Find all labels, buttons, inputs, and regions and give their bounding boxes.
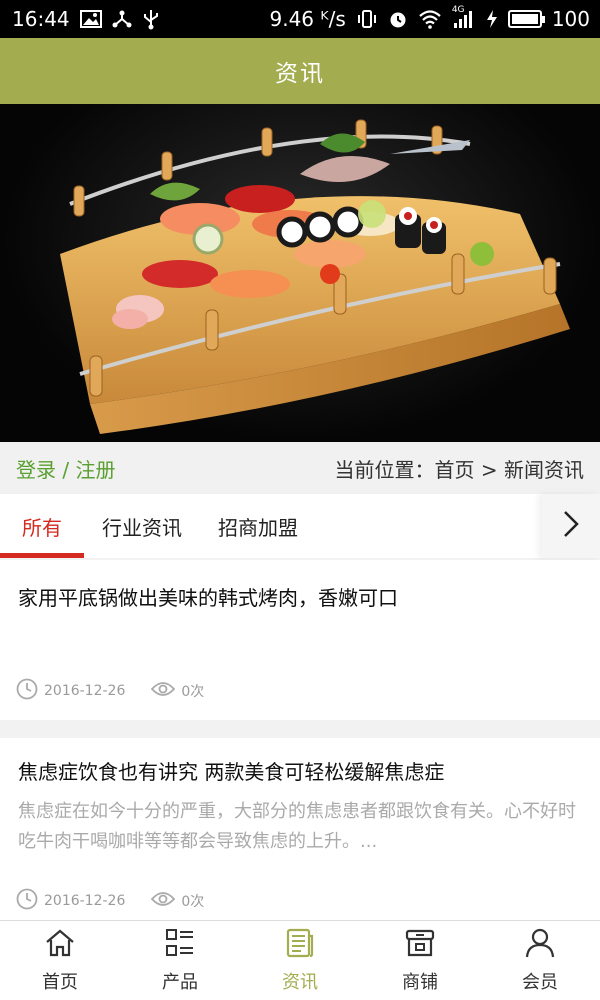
eye-icon bbox=[151, 681, 176, 701]
usb-icon bbox=[142, 8, 160, 30]
article-meta: 2016-12-26 0次 bbox=[16, 678, 204, 704]
login-link[interactable]: 登录 bbox=[16, 458, 56, 482]
clock-icon bbox=[16, 678, 38, 704]
article-title[interactable]: 家用平底锅做出美味的韩式烤肉，香嫩可口 bbox=[18, 560, 418, 613]
breadcrumb-home[interactable]: 首页 bbox=[435, 458, 475, 482]
nav-news[interactable]: 资讯 bbox=[240, 921, 360, 1000]
tab-all[interactable]: 所有 bbox=[0, 494, 84, 558]
alarm-icon bbox=[388, 9, 408, 29]
status-bar: 16:44 9.46 ᴷ/s 4G 100 bbox=[0, 0, 600, 38]
page-header: 资讯 bbox=[0, 38, 600, 104]
breadcrumb-label: 当前位置： bbox=[334, 457, 435, 482]
chevron-right-icon bbox=[562, 509, 580, 543]
wifi-icon bbox=[418, 9, 442, 29]
nav-label: 首页 bbox=[42, 972, 78, 993]
network-type: 4G bbox=[451, 5, 465, 15]
vibrate-icon bbox=[356, 9, 378, 29]
register-link[interactable]: 注册 bbox=[75, 458, 115, 482]
breadcrumb-current: 新闻资讯 bbox=[504, 457, 584, 482]
news-icon bbox=[284, 927, 316, 964]
nav-member[interactable]: 会员 bbox=[480, 921, 600, 1000]
auth-links: 登录 / 注册 bbox=[16, 454, 115, 483]
article-summary: 焦虑症在如今十分的严重，大部分的焦虑患者都跟饮食有关。心不好时吃牛肉干喝咖啡等等… bbox=[18, 801, 576, 852]
auth-separator: / bbox=[56, 457, 76, 482]
info-bar: 登录 / 注册 当前位置：首页 > 新闻资讯 bbox=[0, 442, 600, 494]
charging-icon bbox=[486, 9, 498, 29]
store-icon bbox=[404, 927, 436, 964]
signal-icon: 4G bbox=[452, 5, 476, 29]
article-title[interactable]: 焦虑症饮食也有讲究 两款美食可轻松缓解焦虑症 bbox=[18, 738, 582, 787]
eye-icon bbox=[151, 891, 176, 911]
home-icon bbox=[44, 927, 76, 964]
tabs-scroll-right-button[interactable] bbox=[542, 494, 600, 558]
page-title: 资讯 bbox=[275, 61, 325, 87]
image-icon bbox=[79, 10, 102, 28]
nav-products[interactable]: 产品 bbox=[120, 921, 240, 1000]
bottom-navigation: 首页 产品 资讯 商铺 会员 bbox=[0, 920, 600, 1000]
user-icon bbox=[524, 927, 556, 964]
nav-label: 商铺 bbox=[402, 972, 438, 993]
status-time: 16:44 bbox=[12, 7, 70, 31]
clock-icon bbox=[16, 888, 38, 914]
hero-banner-image[interactable] bbox=[0, 104, 600, 442]
share-icon bbox=[112, 9, 132, 29]
news-list-item[interactable]: 家用平底锅做出美味的韩式烤肉，香嫩可口 2016-12-26 0次 bbox=[0, 560, 600, 720]
nav-label: 产品 bbox=[162, 972, 198, 993]
news-list-item[interactable]: 焦虑症饮食也有讲究 两款美食可轻松缓解焦虑症 焦虑症在如今十分的严重，大部分的焦… bbox=[0, 738, 600, 920]
grid-list-icon bbox=[164, 927, 196, 964]
article-meta: 2016-12-26 0次 bbox=[16, 888, 204, 914]
article-views: 0次 bbox=[181, 894, 205, 910]
category-tabs: 所有 行业资讯 招商加盟 bbox=[0, 494, 600, 558]
article-date: 2016-12-26 bbox=[44, 893, 126, 909]
breadcrumb-separator: > bbox=[474, 457, 504, 482]
nav-label: 会员 bbox=[522, 972, 558, 993]
article-views: 0次 bbox=[181, 684, 205, 700]
nav-home[interactable]: 首页 bbox=[0, 921, 120, 1000]
network-speed: 9.46 ᴷ/s bbox=[269, 7, 346, 31]
nav-stores[interactable]: 商铺 bbox=[360, 921, 480, 1000]
battery-icon bbox=[507, 10, 545, 28]
nav-label: 资讯 bbox=[282, 972, 318, 993]
tab-industry-news[interactable]: 行业资讯 bbox=[84, 494, 200, 558]
breadcrumb: 当前位置：首页 > 新闻资讯 bbox=[335, 454, 584, 483]
battery-level: 100 bbox=[551, 7, 590, 31]
tab-franchise[interactable]: 招商加盟 bbox=[200, 494, 316, 558]
article-date: 2016-12-26 bbox=[44, 683, 126, 699]
